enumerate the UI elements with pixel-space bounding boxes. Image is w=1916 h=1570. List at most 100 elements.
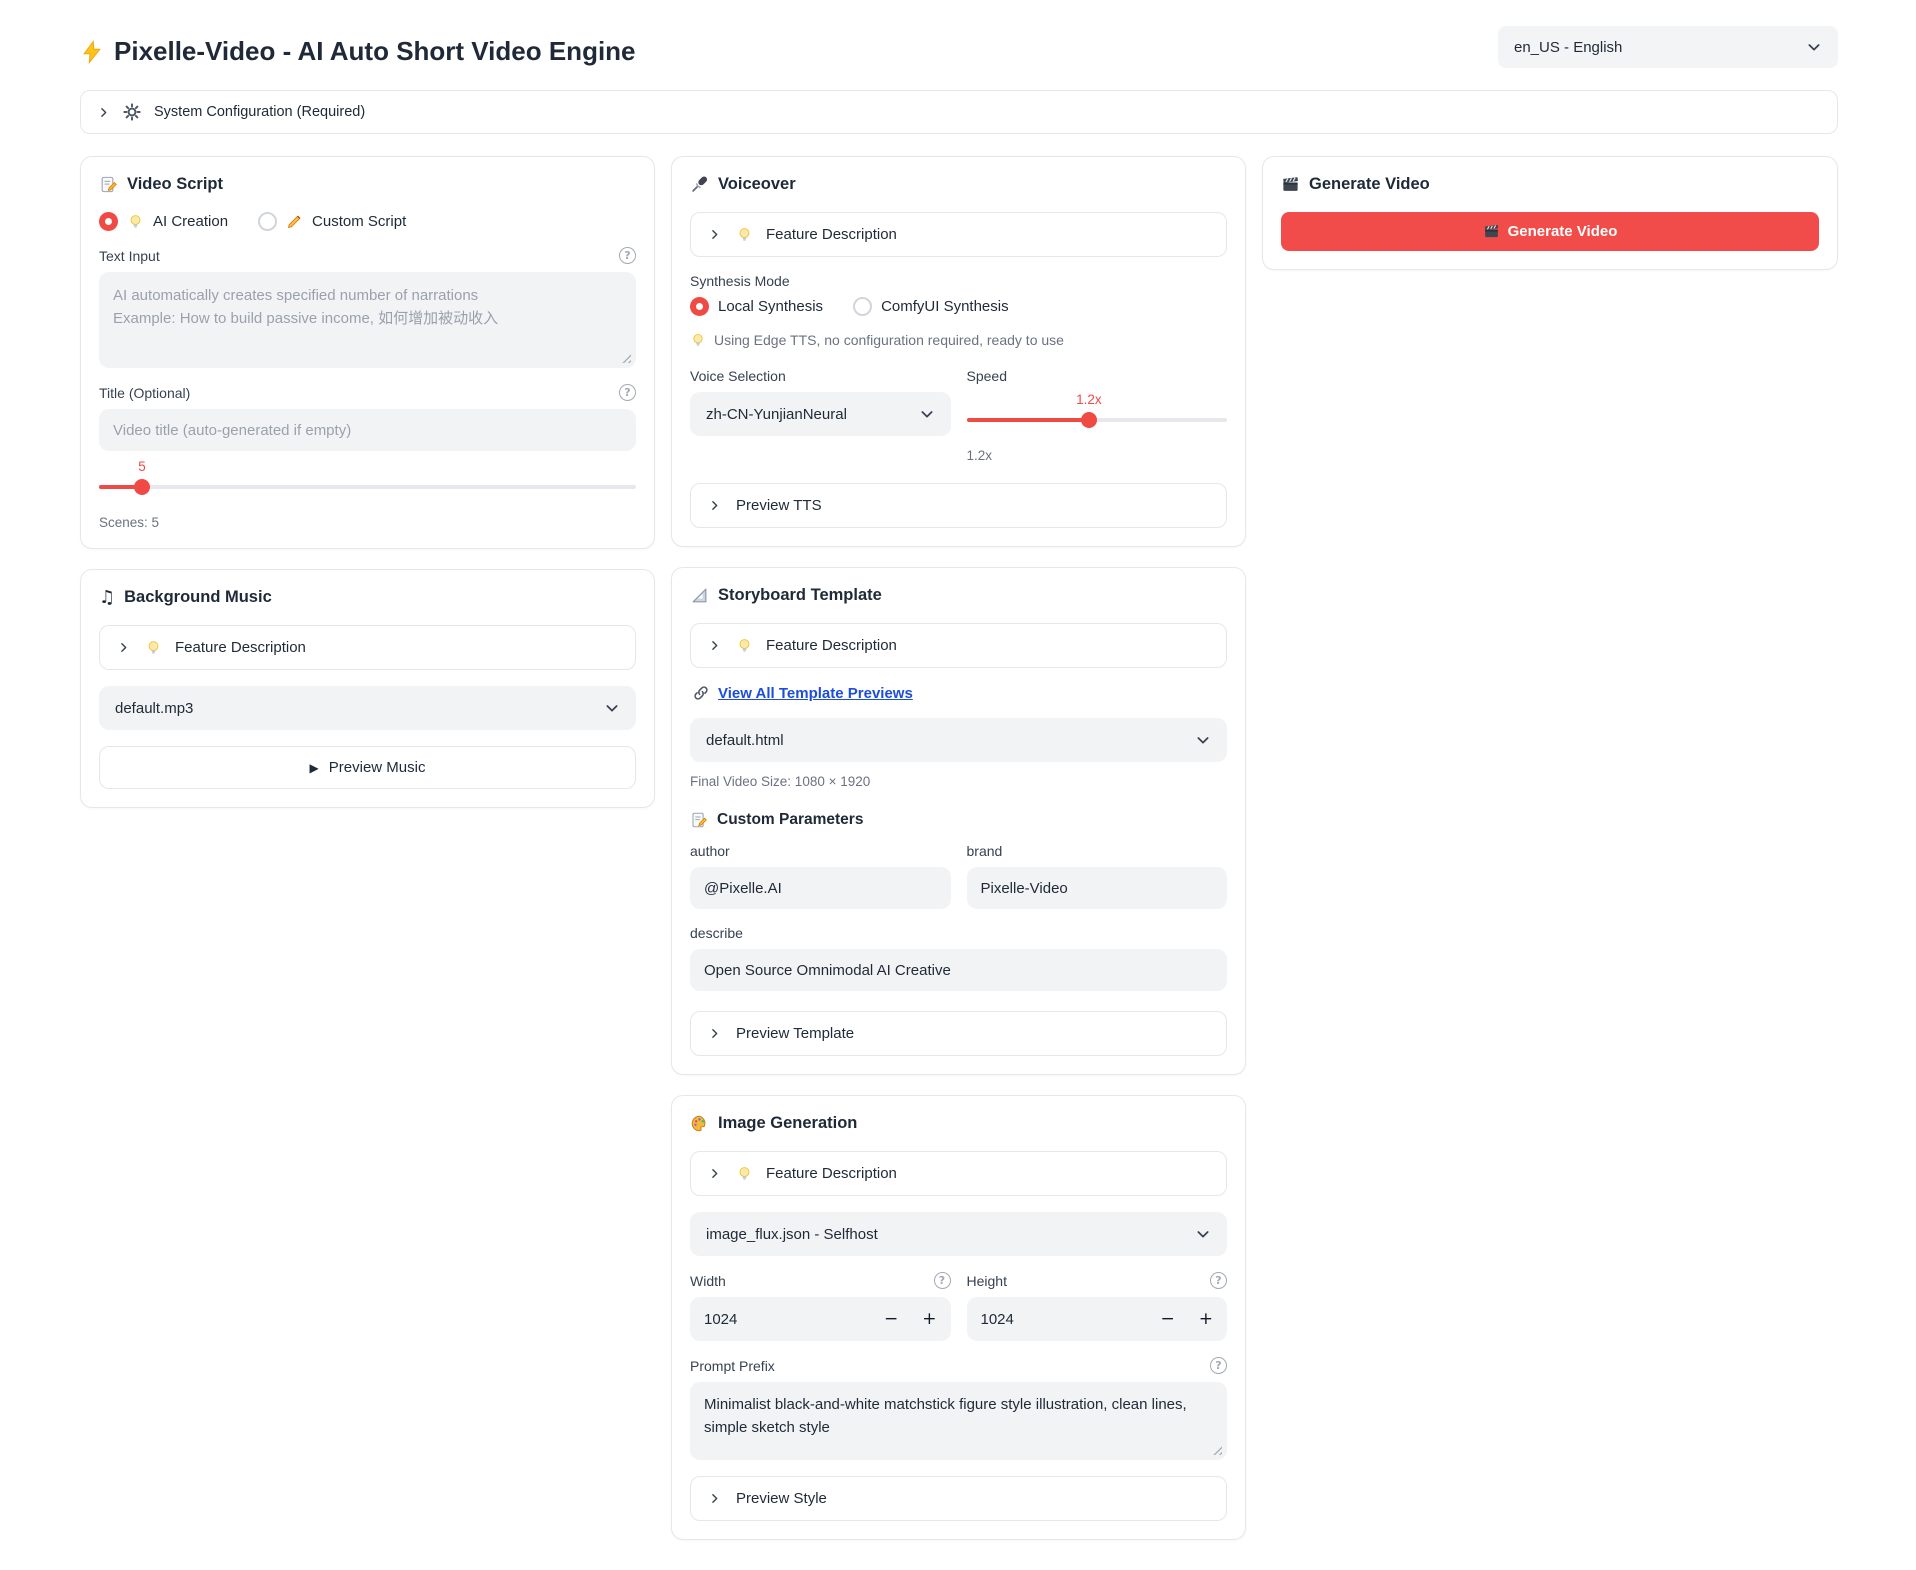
speed-label: Speed	[967, 368, 1228, 384]
radio-comfyui-synthesis[interactable]: ComfyUI Synthesis	[853, 297, 1009, 316]
help-icon[interactable]: ?	[1210, 1357, 1227, 1374]
final-video-size: Final Video Size: 1080 × 1920	[690, 774, 1227, 789]
preview-style-accordion[interactable]: Preview Style	[690, 1476, 1227, 1521]
width-label-row: Width ?	[690, 1272, 951, 1289]
synthesis-mode-radio-group: Local Synthesis ComfyUI Synthesis	[690, 297, 1227, 316]
height-input[interactable]	[981, 1311, 1161, 1328]
music-file-select[interactable]: default.mp3	[99, 686, 636, 730]
script-mode-radio-group: AI Creation Custom Script	[99, 212, 636, 231]
scenes-slider[interactable]: 5	[99, 485, 636, 489]
plus-button[interactable]: +	[922, 1309, 936, 1329]
storyboard-feature-description-accordion[interactable]: Feature Description	[690, 623, 1227, 668]
custom-parameters-title: Custom Parameters	[690, 811, 1227, 829]
width-input[interactable]	[704, 1311, 884, 1328]
minus-button[interactable]: −	[884, 1309, 898, 1329]
clapperboard-icon	[1281, 175, 1300, 194]
gear-icon	[123, 103, 141, 121]
prompt-prefix-input[interactable]: Minimalist black-and-white matchstick fi…	[690, 1382, 1227, 1460]
memo-icon	[99, 175, 118, 194]
palette-icon	[690, 1114, 709, 1133]
left-column: Video Script AI Creation Custom Script	[80, 156, 655, 808]
describe-label: describe	[690, 925, 1227, 941]
radio-local-synthesis[interactable]: Local Synthesis	[690, 297, 823, 316]
link-icon	[692, 684, 710, 702]
voice-select[interactable]: zh-CN-YunjianNeural	[690, 392, 951, 436]
edge-tts-hint: Using Edge TTS, no configuration require…	[690, 332, 1227, 348]
image-feature-description-accordion[interactable]: Feature Description	[690, 1151, 1227, 1196]
page: Pixelle-Video - AI Auto Short Video Engi…	[0, 0, 1916, 1570]
language-select[interactable]: en_US - English	[1498, 26, 1838, 68]
script-text-input[interactable]	[99, 272, 636, 368]
bulb-icon	[736, 1165, 753, 1182]
template-select[interactable]: default.html	[690, 718, 1227, 762]
page-title-text: Pixelle-Video - AI Auto Short Video Engi…	[114, 36, 636, 67]
speed-slider-value: 1.2x	[1076, 392, 1102, 407]
music-note-icon: ♫	[99, 589, 115, 607]
height-label-row: Height ?	[967, 1272, 1228, 1289]
radio-custom-script[interactable]: Custom Script	[258, 212, 406, 231]
view-all-template-previews-link[interactable]: View All Template Previews	[718, 685, 913, 702]
bulb-icon	[145, 639, 162, 656]
video-script-title: Video Script	[99, 175, 636, 194]
template-previews-link-row: View All Template Previews	[692, 684, 1225, 702]
video-title-input[interactable]	[99, 409, 636, 451]
preview-tts-accordion[interactable]: Preview TTS	[690, 483, 1227, 528]
author-input[interactable]	[690, 867, 951, 909]
help-icon[interactable]: ?	[619, 247, 636, 264]
radio-ai-creation[interactable]: AI Creation	[99, 212, 228, 231]
chevron-right-icon	[708, 1167, 721, 1180]
middle-column: Voiceover Feature Description Synthesis …	[671, 156, 1246, 1540]
writing-hand-icon	[286, 213, 303, 230]
image-generation-panel: Image Generation Feature Description ima…	[671, 1095, 1246, 1540]
play-icon: ▶	[310, 761, 319, 775]
preview-music-button[interactable]: ▶ Preview Music	[99, 746, 636, 789]
chevron-down-icon	[1806, 39, 1822, 55]
brand-input[interactable]	[967, 867, 1228, 909]
chevron-right-icon	[708, 639, 721, 652]
bulb-icon	[690, 332, 706, 348]
system-config-label: System Configuration (Required)	[154, 104, 365, 120]
triangle-ruler-icon	[690, 586, 709, 605]
minus-button[interactable]: −	[1161, 1309, 1175, 1329]
preview-template-accordion[interactable]: Preview Template	[690, 1011, 1227, 1056]
clapperboard-icon	[1483, 223, 1500, 240]
microphone-icon	[690, 175, 709, 194]
chevron-right-icon	[708, 228, 721, 241]
speed-slider-handle[interactable]	[1081, 412, 1097, 428]
speed-caption: 1.2x	[967, 448, 1228, 463]
voiceover-title: Voiceover	[690, 175, 1227, 194]
scenes-slider-handle[interactable]	[134, 479, 150, 495]
bulb-icon	[127, 213, 144, 230]
music-feature-description-accordion[interactable]: Feature Description	[99, 625, 636, 670]
chevron-right-icon	[97, 106, 110, 119]
chevron-right-icon	[708, 499, 721, 512]
chevron-down-icon	[1195, 732, 1211, 748]
plus-button[interactable]: +	[1199, 1309, 1213, 1329]
help-icon[interactable]: ?	[1210, 1272, 1227, 1289]
system-config-accordion[interactable]: System Configuration (Required)	[80, 90, 1838, 134]
generate-video-button[interactable]: Generate Video	[1281, 212, 1819, 251]
prompt-prefix-label-row: Prompt Prefix ?	[690, 1357, 1227, 1374]
radio-selected-dot	[99, 212, 118, 231]
voiceover-panel: Voiceover Feature Description Synthesis …	[671, 156, 1246, 547]
scenes-caption: Scenes: 5	[99, 515, 636, 530]
speed-slider[interactable]: 1.2x	[967, 418, 1228, 422]
chevron-down-icon	[919, 406, 935, 422]
describe-input[interactable]	[690, 949, 1227, 991]
voiceover-feature-description-accordion[interactable]: Feature Description	[690, 212, 1227, 257]
brand-label: brand	[967, 843, 1228, 859]
scenes-slider-value: 5	[138, 459, 146, 474]
chevron-down-icon	[604, 700, 620, 716]
width-stepper: − +	[690, 1297, 951, 1341]
help-icon[interactable]: ?	[619, 384, 636, 401]
help-icon[interactable]: ?	[934, 1272, 951, 1289]
author-label: author	[690, 843, 951, 859]
text-input-label-row: Text Input ?	[99, 247, 636, 264]
image-workflow-select[interactable]: image_flux.json - Selfhost	[690, 1212, 1227, 1256]
storyboard-template-panel: Storyboard Template Feature Description …	[671, 567, 1246, 1075]
radio-unselected-dot	[258, 212, 277, 231]
chevron-right-icon	[708, 1027, 721, 1040]
background-music-title: ♫ Background Music	[99, 588, 636, 607]
bulb-icon	[736, 637, 753, 654]
topbar: Pixelle-Video - AI Auto Short Video Engi…	[80, 22, 1838, 68]
